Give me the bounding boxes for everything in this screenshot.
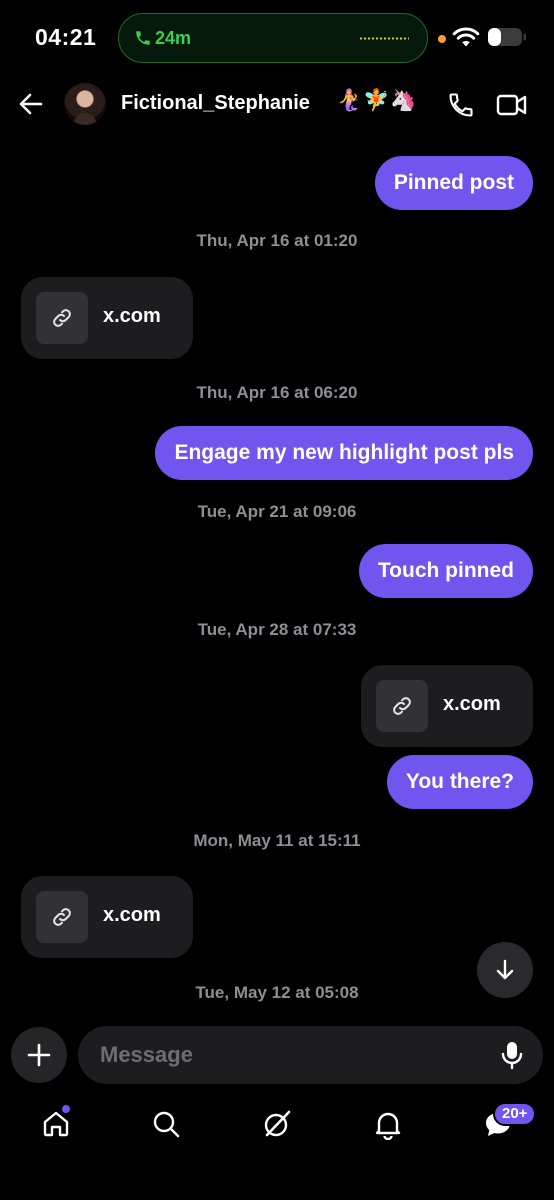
message-timestamp: Tue, May 12 at 05:08	[195, 983, 359, 1002]
link-icon-box	[36, 891, 88, 943]
sent-message[interactable]: Pinned post	[374, 156, 533, 210]
arrow-down-icon	[496, 959, 514, 980]
contact-emojis: 🧜‍♀️🧚🦄	[336, 89, 418, 112]
battery-icon	[488, 28, 526, 46]
back-arrow-icon[interactable]	[17, 90, 45, 118]
microphone-icon[interactable]	[499, 1040, 525, 1070]
notifications-icon[interactable]	[372, 1108, 404, 1140]
link-domain: x.com	[103, 904, 161, 926]
search-icon[interactable]	[150, 1108, 182, 1140]
active-call-pill[interactable]: 24m	[118, 13, 428, 63]
grok-icon[interactable]	[261, 1108, 293, 1140]
phone-icon[interactable]	[447, 91, 475, 119]
messages-badge: 20+	[493, 1102, 537, 1126]
link-icon	[53, 309, 71, 327]
add-attachment-button[interactable]	[11, 1027, 67, 1083]
message-timestamp: Tue, Apr 21 at 09:06	[197, 502, 357, 521]
message-list[interactable]: Pinned post Thu, Apr 16 at 01:20 x.com T…	[0, 136, 554, 1006]
status-time: 04:21	[35, 24, 97, 50]
contact-name[interactable]: Fictional_Stephanie	[121, 92, 310, 115]
link-domain: x.com	[103, 305, 161, 327]
phone-icon	[136, 31, 150, 45]
home-notification-dot	[62, 1105, 70, 1113]
audio-waveform	[359, 37, 409, 40]
link-icon	[393, 697, 411, 715]
message-placeholder: Message	[100, 1042, 193, 1067]
plus-icon	[27, 1043, 51, 1067]
wifi-icon	[452, 27, 480, 47]
sent-message[interactable]: Touch pinned	[358, 544, 533, 598]
message-input[interactable]: Message	[78, 1026, 543, 1084]
message-timestamp: Tue, Apr 28 at 07:33	[197, 620, 357, 639]
message-timestamp: Thu, Apr 16 at 06:20	[196, 383, 358, 402]
call-duration: 24m	[155, 28, 192, 48]
chat-header: Fictional_Stephanie 🧜‍♀️🧚🦄	[0, 76, 554, 136]
status-bar: 04:21 24m	[0, 0, 554, 76]
link-icon	[53, 908, 71, 926]
sent-link-card[interactable]: x.com	[361, 665, 533, 747]
mic-indicator-dot	[438, 35, 446, 43]
message-timestamp: Mon, May 11 at 15:11	[193, 831, 361, 850]
composer: Message	[0, 1026, 554, 1084]
sent-message[interactable]: You there?	[386, 755, 533, 809]
link-icon-box	[36, 292, 88, 344]
video-icon[interactable]	[496, 91, 528, 119]
received-link-card[interactable]: x.com	[21, 876, 193, 958]
message-timestamp: Thu, Apr 16 at 01:20	[196, 231, 358, 250]
avatar[interactable]	[64, 83, 106, 125]
link-icon-box	[376, 680, 428, 732]
sent-message[interactable]: Engage my new highlight post pls	[155, 426, 533, 480]
link-domain: x.com	[443, 693, 501, 715]
bottom-nav: 20+	[0, 1090, 554, 1200]
received-link-card[interactable]: x.com	[21, 277, 193, 359]
